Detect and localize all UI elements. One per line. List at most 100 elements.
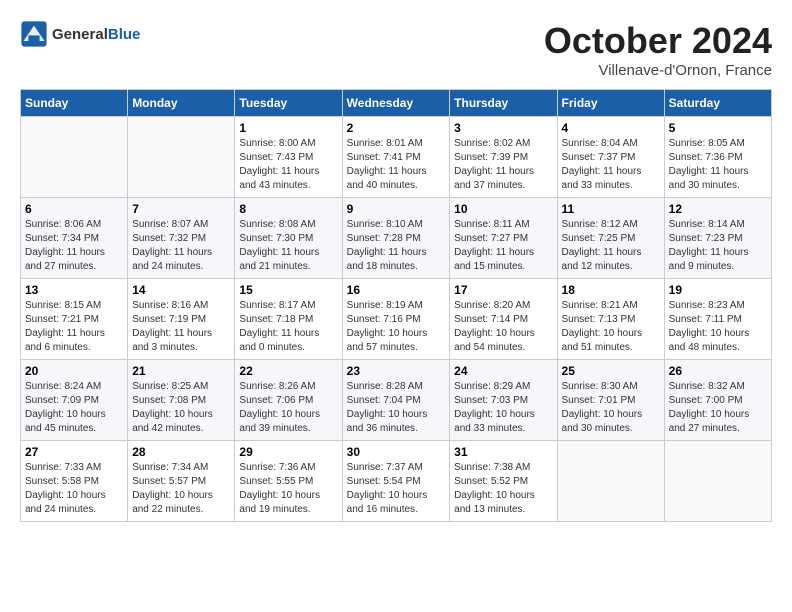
day-number: 9 [347, 202, 446, 216]
logo-text: GeneralBlue [52, 26, 140, 43]
calendar-cell: 13 Sunrise: 8:15 AM Sunset: 7:21 PM Dayli… [21, 279, 128, 360]
day-number: 31 [454, 445, 552, 459]
calendar-cell: 1 Sunrise: 8:00 AM Sunset: 7:43 PM Daylig… [235, 117, 342, 198]
logo-icon [20, 20, 48, 48]
calendar-header-row: SundayMondayTuesdayWednesdayThursdayFrid… [21, 90, 772, 117]
calendar-cell: 7Sunrise: 8:07 AM Sunset: 7:32 PM Daylig… [128, 198, 235, 279]
calendar-cell: 11Sunrise: 8:12 AM Sunset: 7:25 PM Dayli… [557, 198, 664, 279]
calendar-cell [128, 117, 235, 198]
day-number: 23 [347, 364, 446, 378]
calendar-cell: 16 Sunrise: 8:19 AM Sunset: 7:16 PM Dayli… [342, 279, 450, 360]
day-header-saturday: Saturday [664, 90, 771, 117]
day-info: Sunrise: 7:37 AM Sunset: 5:54 PM Dayligh… [347, 461, 446, 517]
day-info: Sunrise: 8:23 AM Sunset: 7:11 PM Dayligh… [669, 299, 767, 355]
day-info: Sunrise: 8:29 AM Sunset: 7:03 PM Dayligh… [454, 380, 552, 436]
day-number: 16 [347, 283, 446, 297]
day-header-wednesday: Wednesday [342, 90, 450, 117]
calendar-cell: 27Sunrise: 7:33 AM Sunset: 5:58 PM Dayli… [21, 441, 128, 522]
calendar-cell: 25Sunrise: 8:30 AM Sunset: 7:01 PM Dayli… [557, 360, 664, 441]
calendar-body: 1 Sunrise: 8:00 AM Sunset: 7:43 PM Daylig… [21, 117, 772, 522]
day-info: Sunrise: 8:32 AM Sunset: 7:00 PM Dayligh… [669, 380, 767, 436]
day-info: Sunrise: 8:04 AM Sunset: 7:37 PM Dayligh… [562, 137, 660, 193]
day-info: Sunrise: 8:24 AM Sunset: 7:09 PM Dayligh… [25, 380, 123, 436]
day-info: Sunrise: 8:02 AM Sunset: 7:39 PM Dayligh… [454, 137, 552, 193]
calendar-week-row: 6Sunrise: 8:06 AM Sunset: 7:34 PM Daylig… [21, 198, 772, 279]
calendar-week-row: 13 Sunrise: 8:15 AM Sunset: 7:21 PM Dayli… [21, 279, 772, 360]
calendar-cell: 9 Sunrise: 8:10 AM Sunset: 7:28 PM Daylig… [342, 198, 450, 279]
day-header-thursday: Thursday [450, 90, 557, 117]
calendar-cell: 19 Sunrise: 8:23 AM Sunset: 7:11 PM Dayli… [664, 279, 771, 360]
day-number: 2 [347, 121, 446, 135]
calendar-cell: 31 Sunrise: 7:38 AM Sunset: 5:52 PM Dayli… [450, 441, 557, 522]
calendar-cell: 20 Sunrise: 8:24 AM Sunset: 7:09 PM Dayli… [21, 360, 128, 441]
day-number: 10 [454, 202, 552, 216]
day-number: 8 [239, 202, 337, 216]
day-number: 24 [454, 364, 552, 378]
day-info: Sunrise: 8:20 AM Sunset: 7:14 PM Dayligh… [454, 299, 552, 355]
day-info: Sunrise: 8:28 AM Sunset: 7:04 PM Dayligh… [347, 380, 446, 436]
day-info: Sunrise: 7:36 AM Sunset: 5:55 PM Dayligh… [239, 461, 337, 517]
day-number: 18 [562, 283, 660, 297]
day-number: 7 [132, 202, 230, 216]
calendar-cell: 18 Sunrise: 8:21 AM Sunset: 7:13 PM Dayli… [557, 279, 664, 360]
day-header-tuesday: Tuesday [235, 90, 342, 117]
logo: GeneralBlue [20, 20, 140, 48]
calendar-cell: 23 Sunrise: 8:28 AM Sunset: 7:04 PM Dayli… [342, 360, 450, 441]
day-number: 12 [669, 202, 767, 216]
day-info: Sunrise: 8:14 AM Sunset: 7:23 PM Dayligh… [669, 218, 767, 274]
month-title: October 2024 [544, 20, 772, 62]
day-info: Sunrise: 8:19 AM Sunset: 7:16 PM Dayligh… [347, 299, 446, 355]
day-number: 19 [669, 283, 767, 297]
day-number: 13 [25, 283, 123, 297]
calendar-cell: 5Sunrise: 8:05 AM Sunset: 7:36 PM Daylig… [664, 117, 771, 198]
day-info: Sunrise: 8:15 AM Sunset: 7:21 PM Dayligh… [25, 299, 123, 355]
day-info: Sunrise: 7:34 AM Sunset: 5:57 PM Dayligh… [132, 461, 230, 517]
day-number: 3 [454, 121, 552, 135]
day-info: Sunrise: 8:30 AM Sunset: 7:01 PM Dayligh… [562, 380, 660, 436]
day-number: 27 [25, 445, 123, 459]
day-number: 6 [25, 202, 123, 216]
day-number: 14 [132, 283, 230, 297]
day-info: Sunrise: 8:25 AM Sunset: 7:08 PM Dayligh… [132, 380, 230, 436]
calendar-cell [21, 117, 128, 198]
day-number: 30 [347, 445, 446, 459]
calendar-cell [557, 441, 664, 522]
day-number: 4 [562, 121, 660, 135]
calendar-cell: 15Sunrise: 8:17 AM Sunset: 7:18 PM Dayli… [235, 279, 342, 360]
day-header-friday: Friday [557, 90, 664, 117]
calendar-cell: 14 Sunrise: 8:16 AM Sunset: 7:19 PM Dayli… [128, 279, 235, 360]
calendar-cell: 30 Sunrise: 7:37 AM Sunset: 5:54 PM Dayli… [342, 441, 450, 522]
day-number: 17 [454, 283, 552, 297]
title-block: October 2024 Villenave-d'Ornon, France [544, 20, 772, 79]
calendar-cell: 26 Sunrise: 8:32 AM Sunset: 7:00 PM Dayli… [664, 360, 771, 441]
day-info: Sunrise: 8:10 AM Sunset: 7:28 PM Dayligh… [347, 218, 446, 274]
calendar-cell: 6Sunrise: 8:06 AM Sunset: 7:34 PM Daylig… [21, 198, 128, 279]
calendar-cell: 24 Sunrise: 8:29 AM Sunset: 7:03 PM Dayli… [450, 360, 557, 441]
day-info: Sunrise: 8:00 AM Sunset: 7:43 PM Dayligh… [239, 137, 337, 193]
day-info: Sunrise: 8:21 AM Sunset: 7:13 PM Dayligh… [562, 299, 660, 355]
calendar-cell [664, 441, 771, 522]
day-number: 20 [25, 364, 123, 378]
calendar-cell: 3 Sunrise: 8:02 AM Sunset: 7:39 PM Daylig… [450, 117, 557, 198]
day-number: 1 [239, 121, 337, 135]
day-number: 5 [669, 121, 767, 135]
day-header-sunday: Sunday [21, 90, 128, 117]
calendar-cell: 17 Sunrise: 8:20 AM Sunset: 7:14 PM Dayli… [450, 279, 557, 360]
calendar-cell: 28Sunrise: 7:34 AM Sunset: 5:57 PM Dayli… [128, 441, 235, 522]
calendar-table: SundayMondayTuesdayWednesdayThursdayFrid… [20, 89, 772, 522]
page-header: GeneralBlue October 2024 Villenave-d'Orn… [20, 20, 772, 79]
day-number: 26 [669, 364, 767, 378]
day-number: 21 [132, 364, 230, 378]
day-number: 22 [239, 364, 337, 378]
day-number: 11 [562, 202, 660, 216]
calendar-week-row: 27Sunrise: 7:33 AM Sunset: 5:58 PM Dayli… [21, 441, 772, 522]
calendar-cell: 4 Sunrise: 8:04 AM Sunset: 7:37 PM Daylig… [557, 117, 664, 198]
day-info: Sunrise: 8:11 AM Sunset: 7:27 PM Dayligh… [454, 218, 552, 274]
day-info: Sunrise: 7:38 AM Sunset: 5:52 PM Dayligh… [454, 461, 552, 517]
day-number: 15 [239, 283, 337, 297]
day-info: Sunrise: 8:26 AM Sunset: 7:06 PM Dayligh… [239, 380, 337, 436]
day-header-monday: Monday [128, 90, 235, 117]
day-info: Sunrise: 8:16 AM Sunset: 7:19 PM Dayligh… [132, 299, 230, 355]
calendar-cell: 10 Sunrise: 8:11 AM Sunset: 7:27 PM Dayli… [450, 198, 557, 279]
location-subtitle: Villenave-d'Ornon, France [544, 62, 772, 79]
